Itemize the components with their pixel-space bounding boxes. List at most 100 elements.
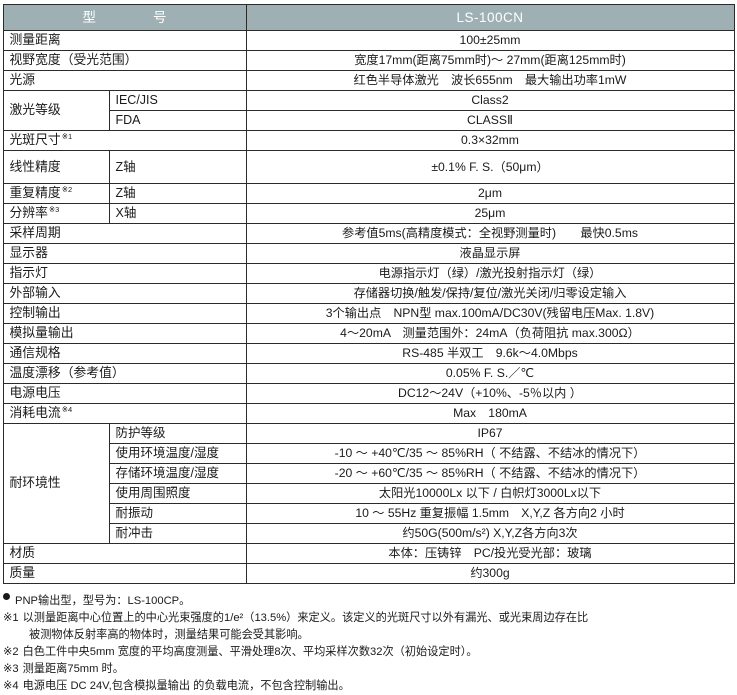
- row-sublabel: Z轴: [108, 150, 247, 184]
- row-value: -10 ～ +40℃/35 ～ 85%RH（ 不结露、不结冰的情况下）: [245, 443, 735, 464]
- row-sublabel: 耐振动: [108, 503, 247, 524]
- table-row: 视野宽度（受光范围） 宽度17mm(距离75mm时)～ 27mm(距离125mm…: [2, 50, 735, 71]
- row-value: 液晶显示屏: [245, 243, 735, 264]
- row-value: IP67: [245, 423, 735, 444]
- footnote-bullet-text: PNP输出型，型号为：LS-100CP。: [15, 595, 191, 607]
- table-row: 外部输入 存储器切换/触发/保持/复位/激光关闭/归零设定输入: [2, 283, 735, 304]
- row-label: 显示器: [2, 243, 247, 264]
- table-row: 激光等级 IEC/JIS Class2: [2, 90, 735, 131]
- row-value: 0.05% F. S.／℃: [245, 363, 735, 384]
- table-row: 测量距离 100±25mm: [2, 30, 735, 51]
- table-row: 电源电压 DC12～24V（+10%、-5％以内 ）: [2, 383, 735, 404]
- row-sublabel: 使用环境温度/湿度: [108, 443, 247, 464]
- table-row: 模拟量输出 4～20mA 测量范围外：24mA（负荷阻抗 max.300Ω）: [2, 323, 735, 344]
- header-model-value: LS-100CN: [245, 4, 735, 31]
- table-row: 耐振动 10 ～ 55Hz 重复振幅 1.5mm X,Y,Z 各方向2 小时: [3, 503, 735, 524]
- row-value: CLASSⅡ: [245, 110, 735, 131]
- row-value: ±0.1% F. S.（50μm）: [245, 150, 735, 184]
- footnote-item: ※4 电源电压 DC 24V,包含模拟量输出 的负载电流，不包含控制输出。: [3, 678, 734, 695]
- row-label: 重复精度※2: [2, 183, 110, 204]
- table-row: 存储环境温度/湿度 -20 ～ +60℃/35 ～ 85%RH（ 不结露、不结冰…: [3, 463, 735, 484]
- row-value: 本体：压铸锌 PC/投光受光部：玻璃: [245, 543, 735, 564]
- row-value: -20 ～ +60℃/35 ～ 85%RH（ 不结露、不结冰的情况下）: [245, 463, 735, 484]
- row-label: 光斑尺寸※1: [2, 130, 247, 151]
- bullet-dot-icon: [3, 593, 10, 600]
- row-label: 质量: [2, 563, 247, 584]
- row-label: 消耗电流※4: [2, 403, 247, 424]
- table-row: 线性精度 Z轴 ±0.1% F. S.（50μm）: [2, 150, 735, 184]
- row-label-environment: 耐环境性: [2, 423, 110, 544]
- row-label-text: 光斑尺寸: [9, 132, 61, 148]
- footnote-text-continued: 被测物体反射率高的物体时，测量结果可能会受其影响。: [29, 629, 309, 642]
- table-row: 质量 约300g: [2, 563, 735, 584]
- header-model-label: 型 号: [2, 4, 247, 31]
- footnote-mark: ※2: [3, 646, 19, 659]
- footnote-mark: ※3: [48, 204, 60, 214]
- footnote-item: ※2 白色工件中央5mm 宽度的平均高度测量、平滑处理8次、平均采样次数32次（…: [3, 644, 734, 661]
- footnote-mark: ※2: [61, 184, 73, 194]
- row-label: 光源: [2, 70, 247, 91]
- row-value: 红色半导体激光 波长655nm 最大输出功率1mW: [245, 70, 735, 91]
- row-value: 3个输出点 NPN型 max.100mA/DC30V(残留电压Max. 1.8V…: [245, 303, 735, 324]
- footnote-item: ※1 以测量距离中心位置上的中心光束强度的1/e²（13.5%）来定义。该定义的…: [3, 610, 734, 627]
- table-header: 型 号 LS-100CN: [2, 4, 735, 31]
- row-label: 测量距离: [2, 30, 247, 51]
- row-value: Class2: [245, 90, 735, 111]
- row-value: 10 ～ 55Hz 重复振幅 1.5mm X,Y,Z 各方向2 小时: [245, 503, 735, 524]
- table-row: 通信规格 RS-485 半双工 9.6k～4.0Mbps: [2, 343, 735, 364]
- table-row: 采样周期 参考值5ms(高精度模式：全视野测量时) 最快0.5ms: [2, 223, 735, 244]
- row-value: 2μm: [245, 183, 735, 204]
- row-label: 材质: [2, 543, 247, 564]
- row-value: 100±25mm: [245, 30, 735, 51]
- row-label: 电源电压: [2, 383, 247, 404]
- row-value: DC12～24V（+10%、-5％以内 ）: [245, 383, 735, 404]
- row-label: 温度漂移（参考值）: [2, 363, 247, 384]
- row-label-text: 分辨率: [9, 205, 48, 221]
- specification-table: 型 号 LS-100CN 测量距离 100±25mm 视野宽度（受光范围） 宽度…: [2, 4, 735, 584]
- row-sublabel: X轴: [108, 203, 247, 224]
- table-row: 耐环境性 防护等级 IP67: [2, 423, 735, 544]
- row-label: 视野宽度（受光范围）: [2, 50, 247, 71]
- table-row: 分辨率※3 X轴 25μm: [2, 203, 735, 224]
- row-value: 约50G(500m/s²) X,Y,Z各方向3次: [245, 523, 735, 544]
- row-value: 4～20mA 测量范围外：24mA（负荷阻抗 max.300Ω）: [245, 323, 735, 344]
- row-value: 25μm: [245, 203, 735, 224]
- footnote-text: 白色工件中央5mm 宽度的平均高度测量、平滑处理8次、平均采样次数32次（初始设…: [22, 646, 478, 659]
- row-sublabel: 存储环境温度/湿度: [108, 463, 247, 484]
- specification-sheet: 型 号 LS-100CN 测量距离 100±25mm 视野宽度（受光范围） 宽度…: [0, 0, 737, 695]
- table-row: 使用环境温度/湿度 -10 ～ +40℃/35 ～ 85%RH（ 不结露、不结冰…: [3, 443, 735, 464]
- row-value: RS-485 半双工 9.6k～4.0Mbps: [245, 343, 735, 364]
- table-row: 使用周围照度 太阳光10000Lx 以下 / 白帜灯3000Lx以下: [3, 483, 735, 504]
- row-value: 约300g: [245, 563, 735, 584]
- footnote-item: ※3 测量距离75mm 时。: [3, 661, 734, 678]
- footnotes-block: PNP输出型，型号为：LS-100CP。 ※1 以测量距离中心位置上的中心光束强…: [3, 593, 734, 695]
- row-value: 0.3×32mm: [245, 130, 735, 151]
- row-sublabel: IEC/JIS: [108, 90, 247, 111]
- footnote-text: 以测量距离中心位置上的中心光束强度的1/e²（13.5%）来定义。该定义的光斑尺…: [22, 612, 589, 625]
- footnote-text: 测量距离75mm 时。: [22, 663, 124, 676]
- row-label: 采样周期: [2, 223, 247, 244]
- row-label: 模拟量输出: [2, 323, 247, 344]
- table-row: 重复精度※2 Z轴 2μm: [2, 183, 735, 204]
- footnote-mark: ※1: [3, 612, 19, 625]
- row-label-text: 重复精度: [9, 185, 61, 201]
- row-sublabel: 防护等级: [108, 423, 247, 444]
- row-label: 通信规格: [2, 343, 247, 364]
- row-value: 太阳光10000Lx 以下 / 白帜灯3000Lx以下: [245, 483, 735, 504]
- footnote-mark: ※1: [61, 131, 73, 141]
- row-label: 指示灯: [2, 263, 247, 284]
- row-sublabel: Z轴: [108, 183, 247, 204]
- table-row: 光斑尺寸※1 0.3×32mm: [2, 130, 735, 151]
- footnote-mark: ※3: [3, 663, 19, 676]
- row-sublabel: FDA: [108, 110, 247, 131]
- table-row: 材质 本体：压铸锌 PC/投光受光部：玻璃: [2, 543, 735, 564]
- table-row: 温度漂移（参考值） 0.05% F. S.／℃: [2, 363, 735, 384]
- table-row: FDA CLASSⅡ: [3, 110, 735, 131]
- row-value: Max 180mA: [245, 403, 735, 424]
- footnote-bullet-row: PNP输出型，型号为：LS-100CP。: [3, 593, 734, 610]
- row-label: 控制输出: [2, 303, 247, 324]
- row-sublabel: 耐冲击: [108, 523, 247, 544]
- table-row: 控制输出 3个输出点 NPN型 max.100mA/DC30V(残留电压Max.…: [2, 303, 735, 324]
- table-row: 指示灯 电源指示灯（绿）/激光投射指示灯（绿）: [2, 263, 735, 284]
- footnote-mark: ※4: [61, 404, 73, 414]
